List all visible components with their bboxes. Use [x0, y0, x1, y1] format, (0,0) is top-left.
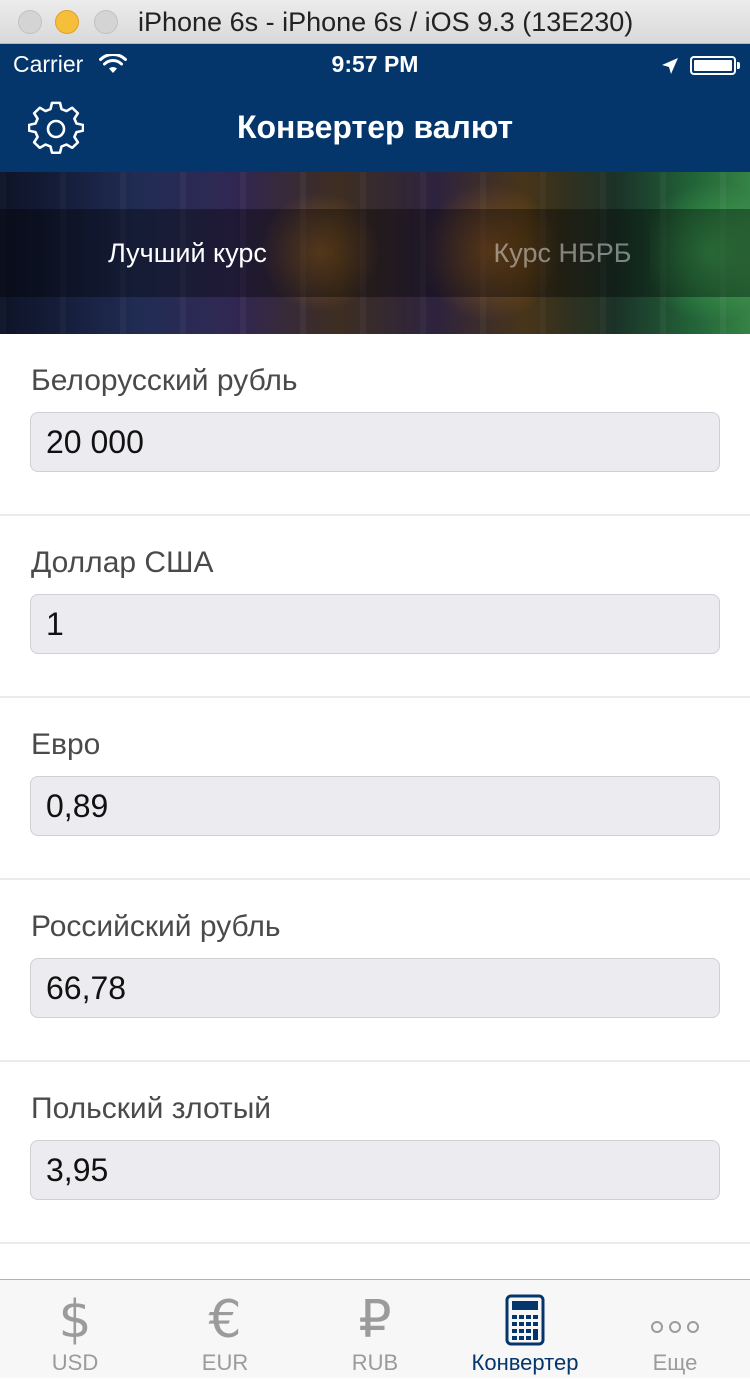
- currency-row: Российский рубль 66,78: [0, 880, 750, 1062]
- tab-label: RUB: [351, 1350, 399, 1375]
- window-minimize-button[interactable]: [55, 10, 79, 34]
- currency-row: Евро 0,89: [0, 698, 750, 880]
- window-title: iPhone 6s - iPhone 6s / iOS 9.3 (13E230): [138, 7, 634, 37]
- euro-icon: €: [208, 1290, 242, 1350]
- tab-converter[interactable]: Конвертер: [450, 1280, 600, 1379]
- ruble-icon: ₽: [358, 1290, 392, 1350]
- currency-label: Евро: [31, 728, 101, 761]
- window-close-button[interactable]: [18, 10, 42, 34]
- currency-label: Белорусский рубль: [31, 364, 298, 397]
- status-time: 9:57 PM: [331, 51, 419, 77]
- currency-label: Польский злотый: [31, 1092, 272, 1125]
- rate-type-banner: Лучший курс Курс НБРБ: [0, 172, 750, 334]
- dollar-icon: $: [58, 1290, 92, 1350]
- amount-input[interactable]: 20 000: [30, 412, 720, 472]
- amount-input[interactable]: 3,95: [30, 1140, 720, 1200]
- tab-label: Конвертер: [471, 1350, 579, 1375]
- simulator-titlebar: iPhone 6s - iPhone 6s / iOS 9.3 (13E230): [0, 0, 750, 44]
- tab-eur[interactable]: € EUR: [150, 1280, 300, 1379]
- location-arrow-icon: [662, 58, 678, 74]
- tab-label: EUR: [201, 1350, 249, 1375]
- tab-label: Еще: [652, 1350, 698, 1375]
- tab-usd[interactable]: $ USD: [0, 1280, 150, 1379]
- window-zoom-button[interactable]: [94, 10, 118, 34]
- currency-label: Доллар США: [31, 546, 214, 579]
- calculator-icon: [450, 1292, 600, 1348]
- tab-label: USD: [51, 1350, 99, 1375]
- tab-bar: $ USD € EUR ₽ RUB Конвертер Еще: [0, 1279, 750, 1378]
- amount-input[interactable]: 1: [30, 594, 720, 654]
- rate-type-segmented-control: Лучший курс Курс НБРБ: [0, 209, 750, 297]
- page-title: Конвертер валют: [236, 109, 514, 145]
- tab-rub[interactable]: ₽ RUB: [300, 1280, 450, 1379]
- nav-bar: Конвертер валют: [0, 86, 750, 172]
- currency-row: Белорусский рубль 20 000: [0, 334, 750, 516]
- currency-row: Польский злотый 3,95: [0, 1062, 750, 1244]
- currency-row: Доллар США 1: [0, 516, 750, 698]
- tab-more[interactable]: Еще: [600, 1280, 750, 1379]
- converter-list: Белорусский рубль 20 000 Доллар США 1 Ев…: [0, 334, 750, 1244]
- segment-nbrb-rate[interactable]: Курс НБРБ: [375, 209, 750, 297]
- battery-icon: [690, 56, 740, 75]
- segment-best-rate[interactable]: Лучший курс: [0, 209, 375, 297]
- currency-label: Российский рубль: [31, 910, 281, 943]
- amount-input[interactable]: 0,89: [30, 776, 720, 836]
- more-icon: [600, 1292, 750, 1348]
- amount-input[interactable]: 66,78: [30, 958, 720, 1018]
- status-bar: Carrier 9:57 PM: [0, 44, 750, 86]
